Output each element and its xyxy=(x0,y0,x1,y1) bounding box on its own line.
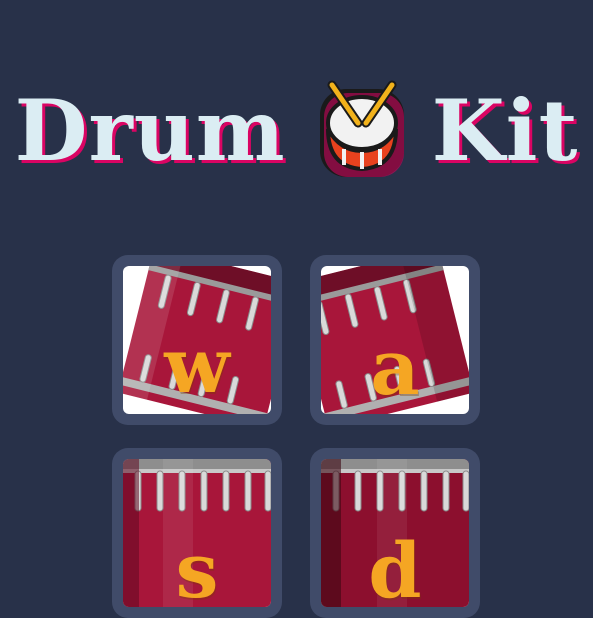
title-right-word: Kit xyxy=(431,81,579,180)
pad-key-label: w xyxy=(164,321,230,410)
drum-pad-s[interactable]: s xyxy=(112,448,282,618)
drum-pad-w[interactable]: w xyxy=(112,255,282,425)
page-title: Drum Kit xyxy=(0,72,593,183)
drum-pad-a[interactable]: a xyxy=(310,255,480,425)
pad-key-label: a xyxy=(370,323,420,412)
drum-icon xyxy=(314,79,410,183)
drum-pad-d[interactable]: d xyxy=(310,448,480,618)
pad-key-label: s xyxy=(175,526,219,608)
pad-key-label: d xyxy=(368,526,422,608)
title-left-word: Drum xyxy=(14,81,286,180)
